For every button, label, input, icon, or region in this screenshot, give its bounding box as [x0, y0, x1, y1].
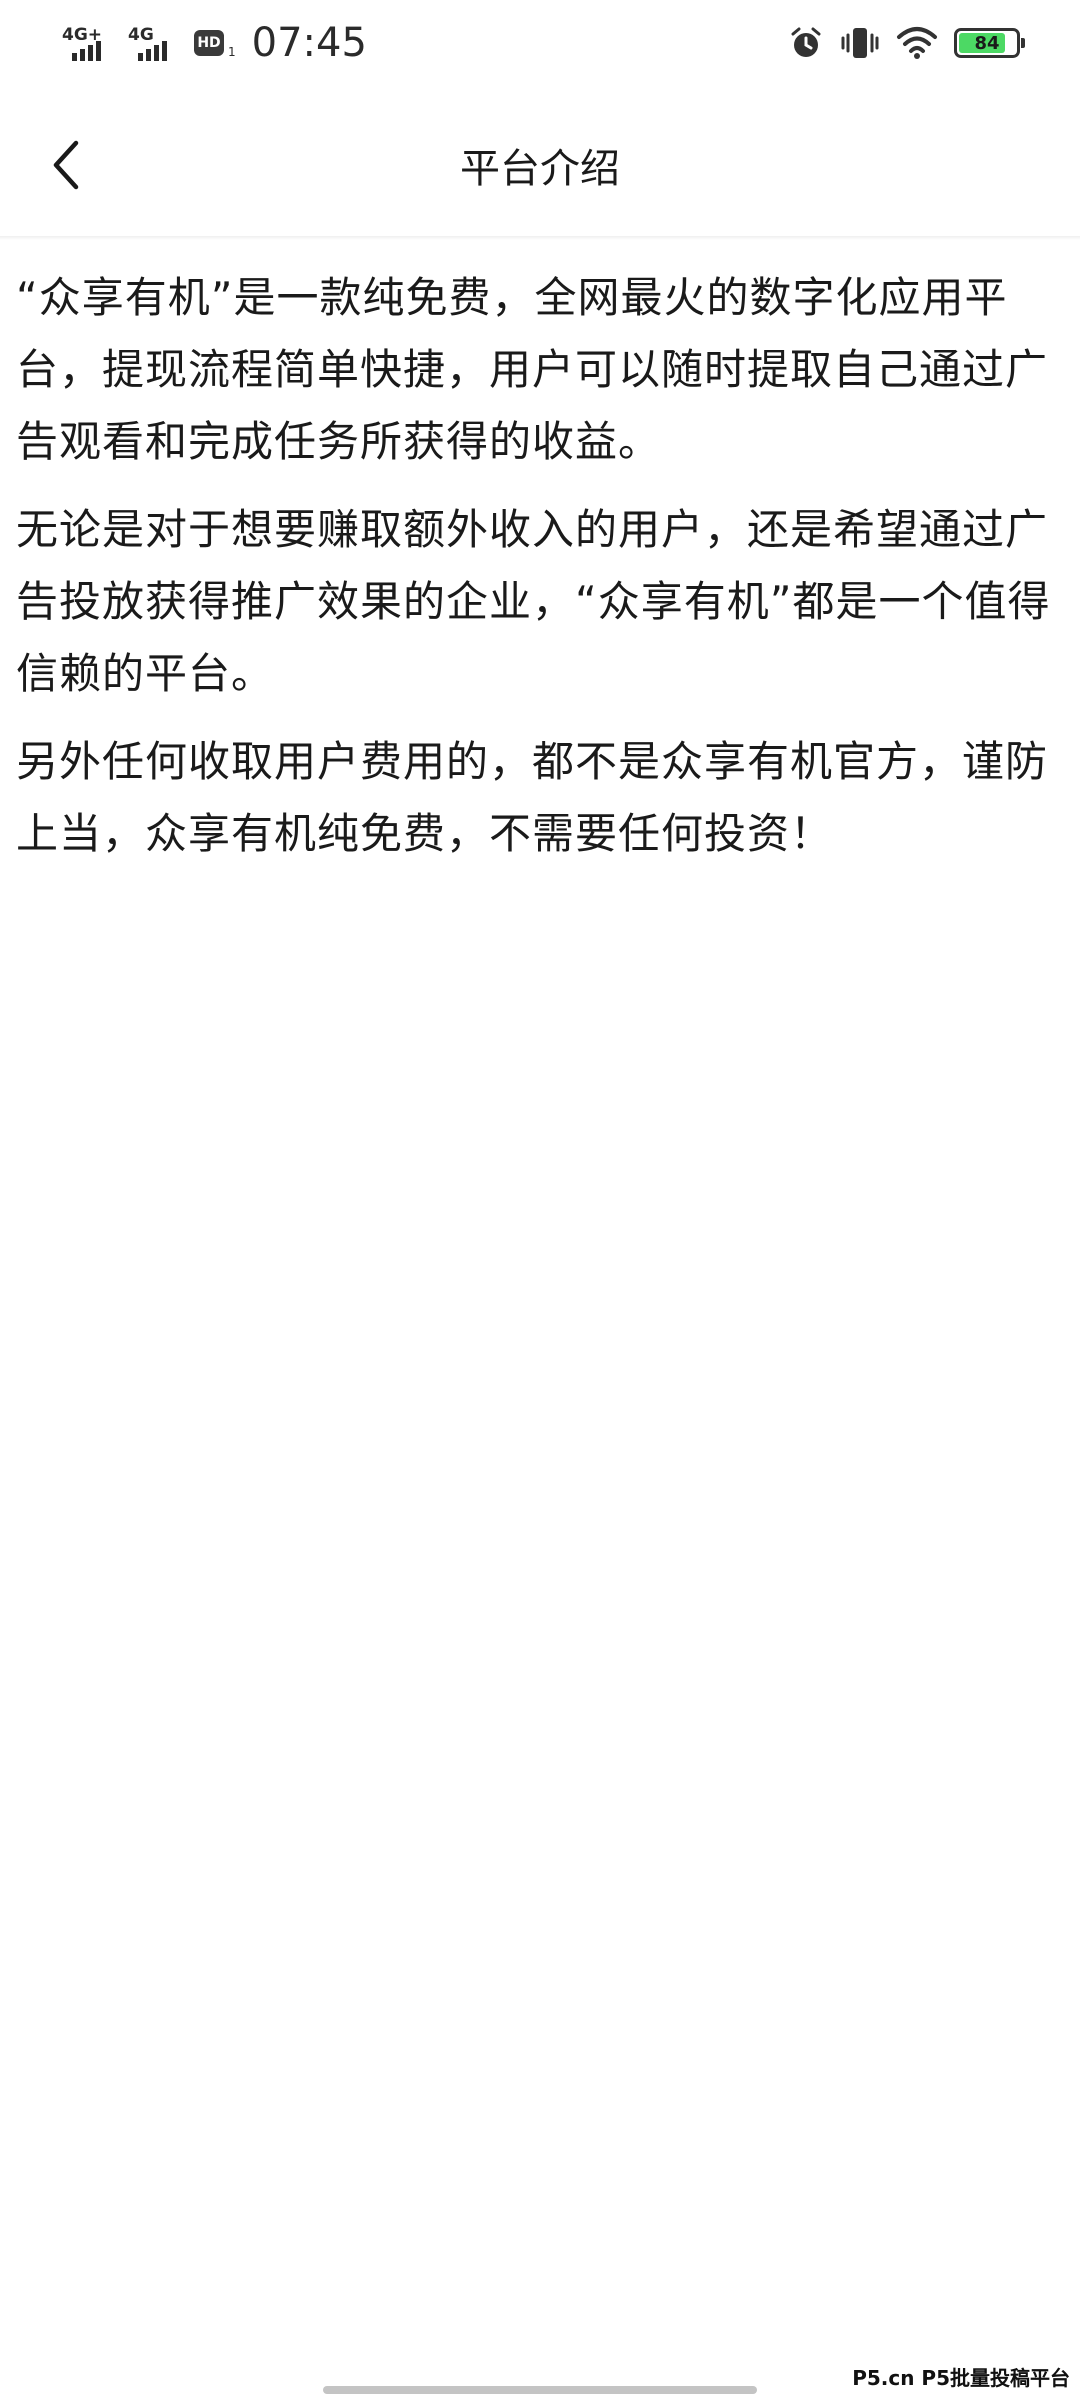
chevron-left-icon	[53, 140, 79, 190]
battery-level: 84	[974, 32, 1000, 54]
page-title: 平台介绍	[460, 146, 620, 192]
alarm-icon	[791, 27, 821, 57]
vibrate-icon	[841, 28, 879, 58]
back-button[interactable]	[30, 120, 100, 210]
home-indicator[interactable]	[323, 2386, 757, 2394]
header-divider	[0, 236, 1080, 240]
hd-icon: HD	[194, 30, 224, 56]
wifi-icon	[897, 27, 937, 59]
intro-paragraph-3: 另外任何收取用户费用的，都不是众享有机官方，谨防上当，众享有机纯免费，不需要任何…	[16, 737, 1049, 858]
intro-content: “众享有机”是一款纯免费，全网最火的数字化应用平台，提现流程简单快捷，用户可以随…	[16, 262, 1066, 886]
status-right: 84	[788, 18, 1025, 68]
watermark: P5.cn P5批量投稿平台	[852, 2366, 1070, 2390]
signal-4g-plus-icon: 4G+	[62, 23, 118, 63]
battery-icon: 84	[954, 28, 1025, 58]
intro-paragraph-2: 无论是对于想要赚取额外收入的用户，还是希望通过广告投放获得推广效果的企业，“众享…	[16, 505, 1051, 698]
app-bar: 平台介绍	[0, 90, 1080, 240]
status-left: 4G+ 4G HD 1 07:45	[62, 18, 367, 68]
clock: 07:45	[251, 20, 367, 66]
signal-4g-icon: 4G	[128, 23, 184, 63]
hd-sub-label: 1	[228, 45, 236, 59]
status-bar: 4G+ 4G HD 1 07:45 84	[0, 0, 1080, 90]
intro-paragraph-1: “众享有机”是一款纯免费，全网最火的数字化应用平台，提现流程简单快捷，用户可以随…	[16, 273, 1049, 466]
